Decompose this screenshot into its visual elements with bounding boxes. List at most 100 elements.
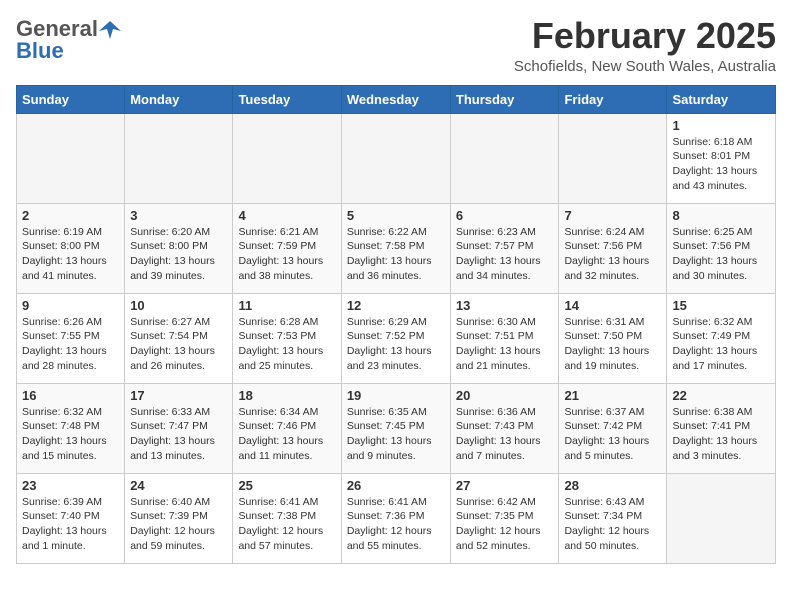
day-info: Sunrise: 6:23 AM Sunset: 7:57 PM Dayligh… xyxy=(456,225,554,284)
calendar-week-5: 23 Sunrise: 6:39 AM Sunset: 7:40 PM Dayli… xyxy=(17,473,776,563)
logo-blue-text: Blue xyxy=(16,38,64,64)
calendar-cell: 12 Sunrise: 6:29 AM Sunset: 7:52 PM Dayli… xyxy=(341,293,450,383)
day-info: Sunrise: 6:21 AM Sunset: 7:59 PM Dayligh… xyxy=(238,225,335,284)
day-info: Sunrise: 6:26 AM Sunset: 7:55 PM Dayligh… xyxy=(22,315,119,374)
calendar-week-1: 1Sunrise: 6:18 AM Sunset: 8:01 PM Daylig… xyxy=(17,113,776,203)
day-number: 9 xyxy=(22,298,119,313)
location-subtitle: Schofields, New South Wales, Australia xyxy=(514,58,776,75)
calendar-cell: 20Sunrise: 6:36 AM Sunset: 7:43 PM Dayli… xyxy=(450,383,559,473)
day-number: 16 xyxy=(22,388,119,403)
month-year-title: February 2025 xyxy=(514,16,776,56)
logo: General Blue xyxy=(16,16,122,64)
day-info: Sunrise: 6:24 AM Sunset: 7:56 PM Dayligh… xyxy=(564,225,661,284)
day-number: 26 xyxy=(347,478,445,493)
calendar-cell: 13 Sunrise: 6:30 AM Sunset: 7:51 PM Dayli… xyxy=(450,293,559,383)
calendar-cell: 22Sunrise: 6:38 AM Sunset: 7:41 PM Dayli… xyxy=(667,383,776,473)
day-info: Sunrise: 6:39 AM Sunset: 7:40 PM Dayligh… xyxy=(22,495,119,554)
calendar-cell: 26 Sunrise: 6:41 AM Sunset: 7:36 PM Dayli… xyxy=(341,473,450,563)
day-info: Sunrise: 6:43 AM Sunset: 7:34 PM Dayligh… xyxy=(564,495,661,554)
day-number: 2 xyxy=(22,208,119,223)
day-info: Sunrise: 6:35 AM Sunset: 7:45 PM Dayligh… xyxy=(347,405,445,464)
day-number: 25 xyxy=(238,478,335,493)
day-number: 4 xyxy=(238,208,335,223)
day-number: 27 xyxy=(456,478,554,493)
calendar-cell: 14Sunrise: 6:31 AM Sunset: 7:50 PM Dayli… xyxy=(559,293,667,383)
day-info: Sunrise: 6:18 AM Sunset: 8:01 PM Dayligh… xyxy=(672,135,770,194)
day-info: Sunrise: 6:42 AM Sunset: 7:35 PM Dayligh… xyxy=(456,495,554,554)
calendar-cell: 3 Sunrise: 6:20 AM Sunset: 8:00 PM Daylig… xyxy=(125,203,233,293)
day-info: Sunrise: 6:28 AM Sunset: 7:53 PM Dayligh… xyxy=(238,315,335,374)
day-number: 12 xyxy=(347,298,445,313)
calendar-header-row: SundayMondayTuesdayWednesdayThursdayFrid… xyxy=(17,85,776,113)
calendar-cell: 10 Sunrise: 6:27 AM Sunset: 7:54 PM Dayli… xyxy=(125,293,233,383)
day-number: 17 xyxy=(130,388,227,403)
calendar-cell: 1Sunrise: 6:18 AM Sunset: 8:01 PM Daylig… xyxy=(667,113,776,203)
day-number: 7 xyxy=(564,208,661,223)
page-header: General Blue February 2025 Schofields, N… xyxy=(16,16,776,75)
logo-bird-icon xyxy=(99,21,121,39)
day-info: Sunrise: 6:34 AM Sunset: 7:46 PM Dayligh… xyxy=(238,405,335,464)
day-info: Sunrise: 6:29 AM Sunset: 7:52 PM Dayligh… xyxy=(347,315,445,374)
calendar-cell xyxy=(233,113,341,203)
calendar-week-4: 16 Sunrise: 6:32 AM Sunset: 7:48 PM Dayli… xyxy=(17,383,776,473)
day-number: 10 xyxy=(130,298,227,313)
day-number: 6 xyxy=(456,208,554,223)
calendar-cell xyxy=(667,473,776,563)
calendar-cell: 27 Sunrise: 6:42 AM Sunset: 7:35 PM Dayli… xyxy=(450,473,559,563)
day-number: 23 xyxy=(22,478,119,493)
calendar-cell: 15 Sunrise: 6:32 AM Sunset: 7:49 PM Dayli… xyxy=(667,293,776,383)
day-info: Sunrise: 6:20 AM Sunset: 8:00 PM Dayligh… xyxy=(130,225,227,284)
calendar-cell: 24 Sunrise: 6:40 AM Sunset: 7:39 PM Dayli… xyxy=(125,473,233,563)
calendar-cell: 9 Sunrise: 6:26 AM Sunset: 7:55 PM Daylig… xyxy=(17,293,125,383)
calendar-cell: 23 Sunrise: 6:39 AM Sunset: 7:40 PM Dayli… xyxy=(17,473,125,563)
day-number: 21 xyxy=(564,388,661,403)
weekday-header-monday: Monday xyxy=(125,85,233,113)
day-info: Sunrise: 6:19 AM Sunset: 8:00 PM Dayligh… xyxy=(22,225,119,284)
calendar-cell: 17 Sunrise: 6:33 AM Sunset: 7:47 PM Dayli… xyxy=(125,383,233,473)
calendar-week-2: 2 Sunrise: 6:19 AM Sunset: 8:00 PM Daylig… xyxy=(17,203,776,293)
calendar-cell: 2 Sunrise: 6:19 AM Sunset: 8:00 PM Daylig… xyxy=(17,203,125,293)
calendar-cell: 11Sunrise: 6:28 AM Sunset: 7:53 PM Dayli… xyxy=(233,293,341,383)
calendar-cell: 28 Sunrise: 6:43 AM Sunset: 7:34 PM Dayli… xyxy=(559,473,667,563)
day-info: Sunrise: 6:40 AM Sunset: 7:39 PM Dayligh… xyxy=(130,495,227,554)
weekday-header-saturday: Saturday xyxy=(667,85,776,113)
day-number: 3 xyxy=(130,208,227,223)
calendar-cell: 19Sunrise: 6:35 AM Sunset: 7:45 PM Dayli… xyxy=(341,383,450,473)
day-number: 5 xyxy=(347,208,445,223)
day-info: Sunrise: 6:30 AM Sunset: 7:51 PM Dayligh… xyxy=(456,315,554,374)
day-info: Sunrise: 6:38 AM Sunset: 7:41 PM Dayligh… xyxy=(672,405,770,464)
day-number: 28 xyxy=(564,478,661,493)
calendar-cell: 25 Sunrise: 6:41 AM Sunset: 7:38 PM Dayli… xyxy=(233,473,341,563)
day-info: Sunrise: 6:22 AM Sunset: 7:58 PM Dayligh… xyxy=(347,225,445,284)
day-number: 18 xyxy=(238,388,335,403)
day-info: Sunrise: 6:32 AM Sunset: 7:49 PM Dayligh… xyxy=(672,315,770,374)
day-number: 13 xyxy=(456,298,554,313)
calendar-cell xyxy=(450,113,559,203)
day-number: 15 xyxy=(672,298,770,313)
weekday-header-tuesday: Tuesday xyxy=(233,85,341,113)
title-section: February 2025 Schofields, New South Wale… xyxy=(514,16,776,75)
calendar-cell: 6 Sunrise: 6:23 AM Sunset: 7:57 PM Daylig… xyxy=(450,203,559,293)
day-info: Sunrise: 6:33 AM Sunset: 7:47 PM Dayligh… xyxy=(130,405,227,464)
calendar-cell xyxy=(341,113,450,203)
day-info: Sunrise: 6:37 AM Sunset: 7:42 PM Dayligh… xyxy=(564,405,661,464)
day-info: Sunrise: 6:41 AM Sunset: 7:36 PM Dayligh… xyxy=(347,495,445,554)
day-info: Sunrise: 6:41 AM Sunset: 7:38 PM Dayligh… xyxy=(238,495,335,554)
day-info: Sunrise: 6:25 AM Sunset: 7:56 PM Dayligh… xyxy=(672,225,770,284)
day-number: 14 xyxy=(564,298,661,313)
calendar-week-3: 9 Sunrise: 6:26 AM Sunset: 7:55 PM Daylig… xyxy=(17,293,776,383)
day-info: Sunrise: 6:27 AM Sunset: 7:54 PM Dayligh… xyxy=(130,315,227,374)
calendar-cell: 5 Sunrise: 6:22 AM Sunset: 7:58 PM Daylig… xyxy=(341,203,450,293)
calendar-cell: 21 Sunrise: 6:37 AM Sunset: 7:42 PM Dayli… xyxy=(559,383,667,473)
calendar-cell: 8 Sunrise: 6:25 AM Sunset: 7:56 PM Daylig… xyxy=(667,203,776,293)
calendar-cell: 7 Sunrise: 6:24 AM Sunset: 7:56 PM Daylig… xyxy=(559,203,667,293)
day-number: 8 xyxy=(672,208,770,223)
day-number: 24 xyxy=(130,478,227,493)
day-number: 20 xyxy=(456,388,554,403)
calendar-cell: 16 Sunrise: 6:32 AM Sunset: 7:48 PM Dayli… xyxy=(17,383,125,473)
weekday-header-friday: Friday xyxy=(559,85,667,113)
day-info: Sunrise: 6:32 AM Sunset: 7:48 PM Dayligh… xyxy=(22,405,119,464)
weekday-header-thursday: Thursday xyxy=(450,85,559,113)
calendar-cell xyxy=(125,113,233,203)
calendar-cell: 18 Sunrise: 6:34 AM Sunset: 7:46 PM Dayli… xyxy=(233,383,341,473)
